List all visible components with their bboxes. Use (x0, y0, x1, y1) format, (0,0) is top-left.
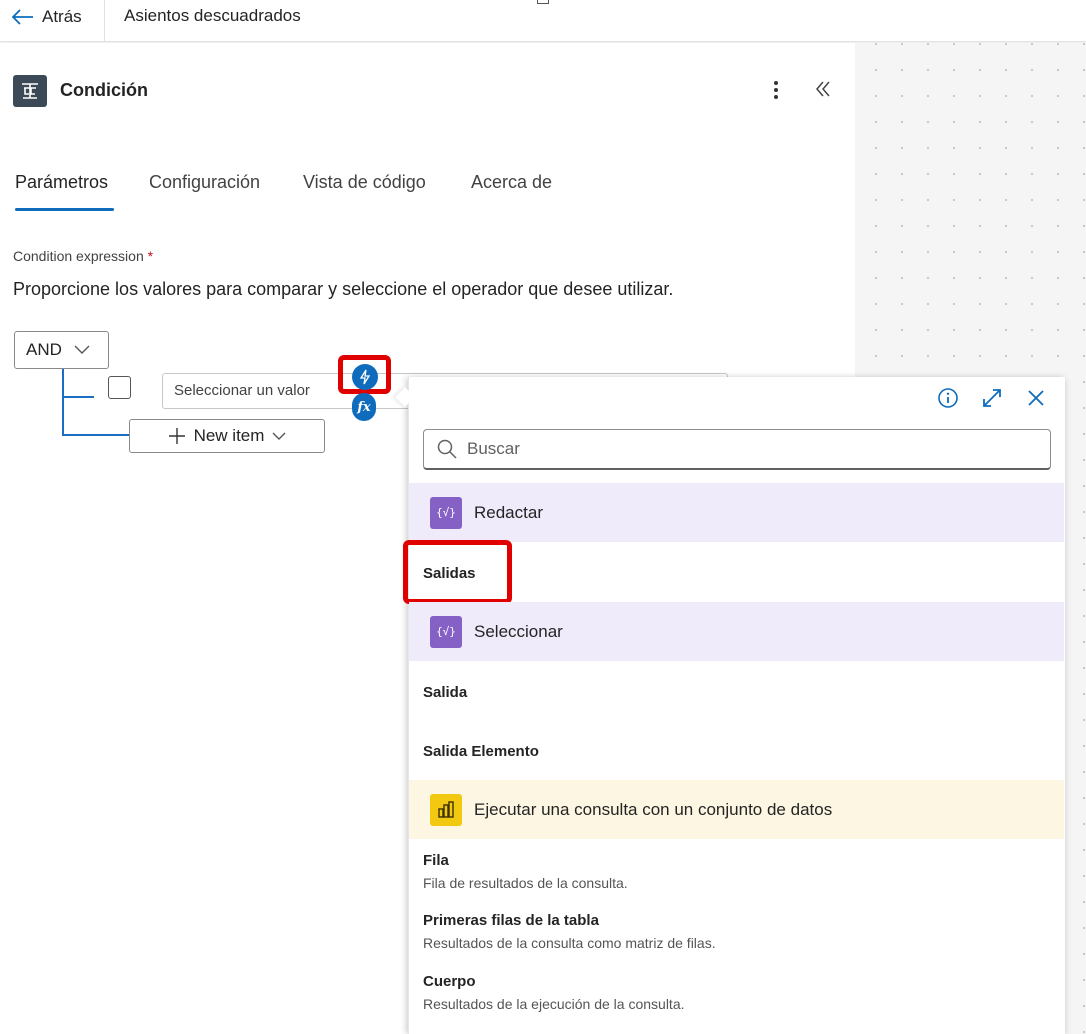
tree-line (62, 369, 64, 436)
collapse-panel-button[interactable] (815, 80, 831, 101)
toolbar-glyph-icon (537, 0, 549, 4)
braces-icon: {√} (430, 496, 462, 529)
group-title: Ejecutar una consulta con un conjunto de… (474, 799, 833, 819)
value-placeholder: Seleccionar un valor (174, 382, 310, 399)
search-box[interactable] (423, 429, 1051, 470)
dynamic-item-desc: Fila de resultados de la consulta. (423, 875, 628, 891)
tab-configuracion[interactable]: Configuración (149, 172, 260, 193)
group-header-ejecutar-consulta[interactable]: Ejecutar una consulta con un conjunto de… (409, 780, 1064, 839)
dynamic-item-salida-elemento[interactable]: Salida Elemento (423, 743, 539, 760)
condition-description: Proporcione los valores para comparar y … (13, 279, 674, 299)
new-item-button[interactable]: New item (129, 419, 325, 453)
tab-acerca-de[interactable]: Acerca de (471, 172, 552, 193)
top-bar: Atrás Asientos descuadrados (0, 0, 1086, 42)
expression-fx-button[interactable]: fx (352, 393, 376, 421)
lightning-icon (359, 369, 371, 385)
group-title: Redactar (474, 502, 543, 522)
dynamic-item-cuerpo[interactable]: Cuerpo (423, 973, 476, 990)
dynamic-item-fila[interactable]: Fila (423, 852, 449, 869)
info-icon[interactable] (937, 387, 959, 409)
tree-line (62, 396, 94, 398)
group-title: Seleccionar (474, 621, 563, 641)
back-label: Atrás (42, 7, 82, 26)
more-options-button[interactable] (766, 78, 786, 102)
panel-title: Condición (60, 80, 148, 100)
divider (104, 0, 105, 42)
plus-icon (168, 428, 185, 444)
dynamic-content-button[interactable] (352, 364, 378, 390)
dynamic-item-desc: Resultados de la consulta como matriz de… (423, 935, 716, 951)
dynamic-item-primeras-filas[interactable]: Primeras filas de la tabla (423, 912, 599, 929)
highlight-box (403, 540, 512, 604)
flow-name: Asientos descuadrados (124, 6, 301, 25)
expand-icon[interactable] (980, 386, 1004, 410)
braces-icon: {√} (430, 615, 462, 648)
search-input[interactable] (467, 439, 1027, 459)
new-item-label: New item (193, 426, 265, 445)
search-icon (437, 439, 457, 459)
active-tab-indicator (15, 208, 114, 211)
tab-vista-codigo[interactable]: Vista de código (303, 172, 426, 193)
chevron-down-icon (74, 345, 90, 354)
condition-expression-label: Condition expression * (13, 248, 154, 264)
operator-dropdown[interactable]: AND (14, 331, 109, 369)
back-button[interactable]: Atrás (12, 5, 82, 29)
tree-line (62, 434, 130, 436)
condition-icon (13, 75, 47, 107)
back-arrow-icon (12, 9, 33, 25)
required-mark: * (147, 248, 154, 264)
dynamic-item-desc: Resultados de la ejecución de la consult… (423, 996, 685, 1012)
close-icon[interactable] (1024, 386, 1048, 410)
tab-parametros[interactable]: Parámetros (15, 172, 108, 193)
dynamic-item-salida[interactable]: Salida (423, 684, 467, 701)
chevron-down-icon (272, 432, 286, 440)
operator-value: AND (26, 340, 62, 359)
row-checkbox[interactable] (108, 376, 131, 399)
group-header-redactar[interactable]: {√} Redactar (409, 483, 1064, 542)
double-chevron-left-icon (816, 81, 830, 97)
powerbi-icon (430, 793, 462, 826)
group-header-seleccionar[interactable]: {√} Seleccionar (409, 602, 1064, 661)
